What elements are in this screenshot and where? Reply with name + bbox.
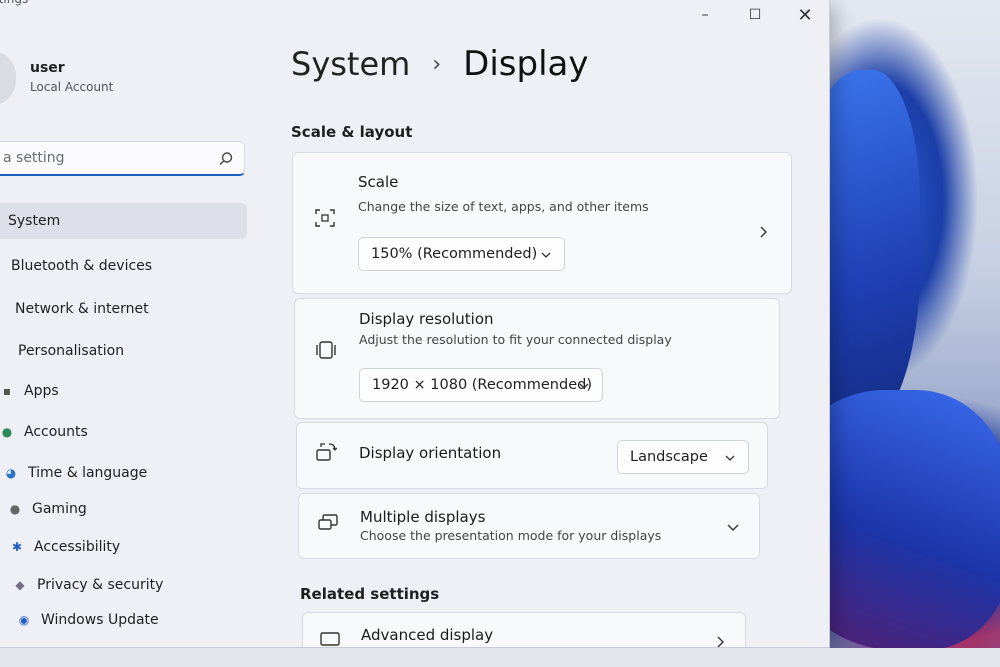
- section-title-scale-layout: Scale & layout: [291, 123, 413, 141]
- sidebar-item-time-language[interactable]: ◕ Time & language: [4, 455, 148, 491]
- multiple-displays-card[interactable]: Multiple displays Choose the presentatio…: [298, 493, 760, 559]
- resolution-card: Display resolution Adjust the resolution…: [294, 298, 780, 419]
- title-bar: ttings – ☐ ✕: [0, 0, 829, 34]
- update-icon: ◉: [18, 613, 30, 627]
- scale-card[interactable]: Scale Change the size of text, apps, and…: [292, 152, 792, 294]
- chevron-right-icon[interactable]: [756, 225, 770, 239]
- person-icon: ●: [1, 425, 13, 439]
- sidebar-item-label: Accounts: [24, 424, 88, 440]
- account-type: Local Account: [30, 80, 114, 94]
- chevron-right-icon: [717, 636, 724, 647]
- maximize-button[interactable]: ☐: [740, 4, 770, 26]
- resolution-value: 1920 × 1080 (Recommended): [372, 377, 592, 393]
- orientation-value: Landscape: [630, 449, 708, 465]
- chevron-down-icon: [541, 252, 551, 258]
- minimize-button[interactable]: –: [690, 4, 720, 26]
- card-title: Display orientation: [359, 444, 502, 462]
- taskbar: [0, 648, 1000, 667]
- sidebar-item-label: Time & language: [28, 465, 148, 481]
- orientation-dropdown[interactable]: Landscape: [617, 440, 749, 474]
- sidebar-item-label: Bluetooth & devices: [11, 258, 153, 274]
- user-name: user: [30, 60, 65, 76]
- settings-window: ttings – ☐ ✕ user Local Account a settin…: [0, 0, 830, 648]
- sidebar-item-accounts[interactable]: ● Accounts: [0, 414, 88, 450]
- card-title: Advanced display: [361, 626, 494, 644]
- page-title: Display: [463, 44, 589, 84]
- sidebar-item-label: Personalisation: [18, 343, 125, 359]
- orientation-card: Display orientation Landscape: [296, 422, 768, 489]
- sidebar-item-gaming[interactable]: ● Gaming: [8, 491, 87, 527]
- section-title-related-settings: Related settings: [300, 585, 440, 603]
- advanced-display-card[interactable]: Advanced display: [302, 612, 746, 647]
- sidebar-item-label: Network & internet: [15, 301, 149, 317]
- chevron-down-icon: [579, 383, 589, 389]
- sidebar-item-label: Gaming: [32, 501, 87, 517]
- resolution-icon: [316, 341, 336, 359]
- sidebar-item-label: Apps: [24, 383, 59, 399]
- shield-icon: ◆: [15, 578, 25, 592]
- card-description: Adjust the resolution to fit your connec…: [359, 332, 672, 347]
- app-title: ttings: [0, 0, 28, 6]
- apps-icon: ▪: [2, 384, 12, 398]
- sidebar-item-windows-update[interactable]: ◉ Windows Update: [17, 602, 159, 638]
- scale-icon: [315, 209, 335, 227]
- sidebar-item-bluetooth[interactable]: Bluetooth & devices: [11, 248, 152, 284]
- card-description: Change the size of text, apps, and other…: [358, 199, 649, 214]
- breadcrumb-parent[interactable]: System: [291, 45, 410, 83]
- chevron-down-icon: [725, 455, 735, 461]
- card-title: Multiple displays: [360, 508, 486, 526]
- search-icon: [219, 152, 233, 166]
- resolution-dropdown[interactable]: 1920 × 1080 (Recommended): [359, 368, 603, 402]
- sidebar-item-accessibility[interactable]: ✱ Accessibility: [10, 529, 120, 565]
- close-button[interactable]: ✕: [790, 4, 820, 26]
- breadcrumb: System › Display: [291, 44, 588, 84]
- globe-icon: ◕: [5, 466, 17, 480]
- sidebar-item-system[interactable]: System: [0, 203, 247, 239]
- chevron-down-icon[interactable]: [726, 520, 740, 534]
- sidebar-item-label: Windows Update: [41, 612, 159, 628]
- gamepad-icon: ●: [9, 502, 21, 516]
- card-title: Display resolution: [359, 310, 494, 328]
- sidebar-item-label: System: [8, 213, 61, 229]
- multiple-displays-icon: [318, 514, 338, 530]
- monitor-icon: [320, 632, 340, 646]
- breadcrumb-separator: ›: [432, 51, 442, 77]
- sidebar-item-personalisation[interactable]: Personalisation: [18, 333, 124, 369]
- accessibility-icon: ✱: [11, 540, 23, 554]
- scale-dropdown[interactable]: 150% (Recommended): [358, 237, 565, 271]
- search-placeholder: a setting: [3, 150, 65, 166]
- search-input[interactable]: a setting: [0, 141, 245, 176]
- scale-value: 150% (Recommended): [371, 246, 538, 262]
- sidebar-item-privacy[interactable]: ◆ Privacy & security: [13, 567, 163, 603]
- sidebar-item-label: Accessibility: [34, 539, 121, 555]
- sidebar-item-apps[interactable]: ▪ Apps: [0, 373, 59, 409]
- sidebar-item-network[interactable]: Network & internet: [15, 291, 149, 327]
- orientation-icon: [316, 443, 337, 461]
- sidebar-item-label: Privacy & security: [37, 577, 164, 593]
- avatar: [0, 50, 16, 106]
- card-title: Scale: [358, 173, 399, 191]
- card-description: Choose the presentation mode for your di…: [360, 528, 662, 543]
